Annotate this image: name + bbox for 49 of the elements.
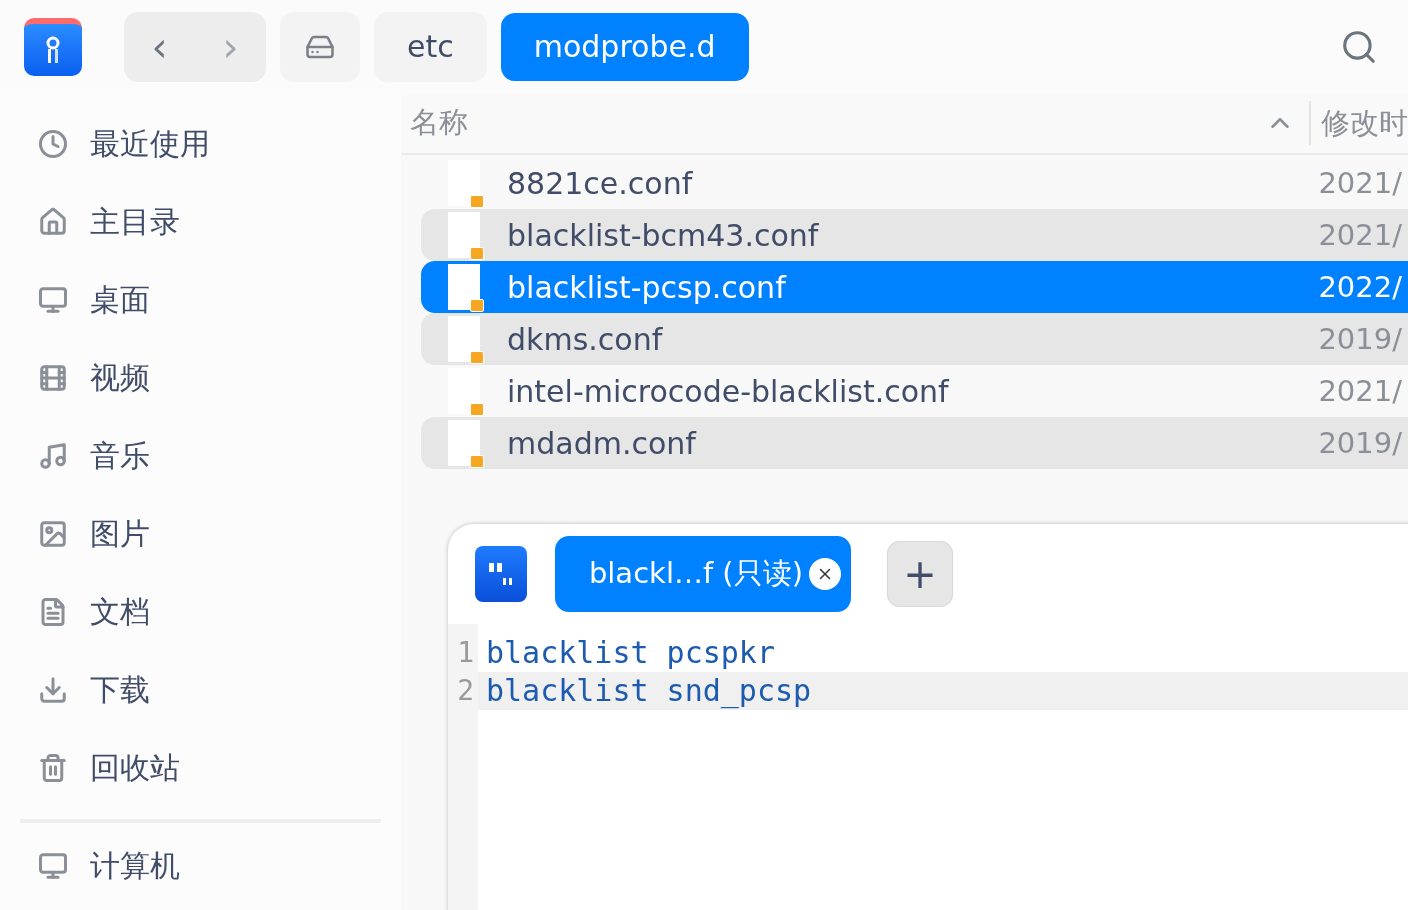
file-date: 2021/	[1318, 166, 1402, 200]
sidebar-item[interactable]: 音乐	[20, 417, 381, 495]
file-row[interactable]: dkms.conf 2019/	[421, 313, 1408, 365]
sidebar-item[interactable]: 下载	[20, 651, 381, 729]
disk-button[interactable]	[280, 11, 360, 82]
download-icon	[38, 675, 68, 705]
breadcrumb[interactable]: modprobe.d	[500, 12, 749, 81]
home-icon	[38, 207, 68, 237]
music-note-icon	[38, 441, 68, 471]
sidebar-item[interactable]: 主目录	[20, 183, 381, 261]
new-tab-button[interactable]: +	[887, 541, 953, 607]
file-name: blacklist-pcsp.conf	[507, 269, 786, 305]
file-name: intel-microcode-blacklist.conf	[507, 373, 949, 409]
sidebar-item[interactable]: 计算机	[20, 827, 381, 905]
file-name: blacklist-bcm43.conf	[507, 217, 819, 253]
clock-icon	[38, 129, 68, 159]
file-name: dkms.conf	[507, 321, 663, 357]
trash-icon	[38, 753, 68, 783]
breadcrumb[interactable]: etc	[374, 11, 487, 82]
file-date: 2021/	[1318, 218, 1402, 252]
sidebar-item[interactable]: 回收站	[20, 729, 381, 807]
line-number: 1	[456, 635, 475, 671]
line-number: 2	[456, 673, 475, 709]
file-row[interactable]: blacklist-pcsp.conf 2022/	[421, 261, 1408, 313]
sidebar-item[interactable]: 视频	[20, 339, 381, 417]
monitor-icon	[38, 851, 68, 881]
file-date: 2019/	[1318, 426, 1402, 460]
file-row[interactable]: mdadm.conf 2019/	[421, 417, 1408, 469]
file-date: 2019/	[1318, 322, 1402, 356]
text-editor-app-icon[interactable]	[475, 546, 527, 602]
sidebar-item[interactable]: 桌面	[20, 261, 381, 339]
film-icon	[38, 363, 68, 393]
file-date: 2021/	[1318, 374, 1402, 408]
image-icon	[38, 519, 68, 549]
file-name: 8821ce.conf	[507, 165, 693, 201]
file-row[interactable]: intel-microcode-blacklist.conf 2021/	[421, 365, 1408, 417]
back-button[interactable]: ‹	[124, 11, 195, 82]
editor-tab[interactable]: blackl…f (只读)	[555, 536, 851, 612]
sidebar-item[interactable]: 最近使用	[20, 105, 381, 183]
code-line: blacklist pcspkr	[485, 634, 776, 672]
file-date: 2022/	[1318, 270, 1402, 304]
sidebar-item[interactable]: 图片	[20, 495, 381, 573]
sidebar-item[interactable]: 文档	[20, 573, 381, 651]
folder-app-icon[interactable]	[24, 17, 82, 76]
file-name: mdadm.conf	[507, 425, 696, 461]
file-row[interactable]: blacklist-bcm43.conf 2021/	[421, 209, 1408, 261]
file-row[interactable]: 8821ce.conf 2021/	[421, 157, 1408, 209]
close-icon[interactable]	[809, 558, 841, 590]
desktop-icon	[38, 285, 68, 315]
